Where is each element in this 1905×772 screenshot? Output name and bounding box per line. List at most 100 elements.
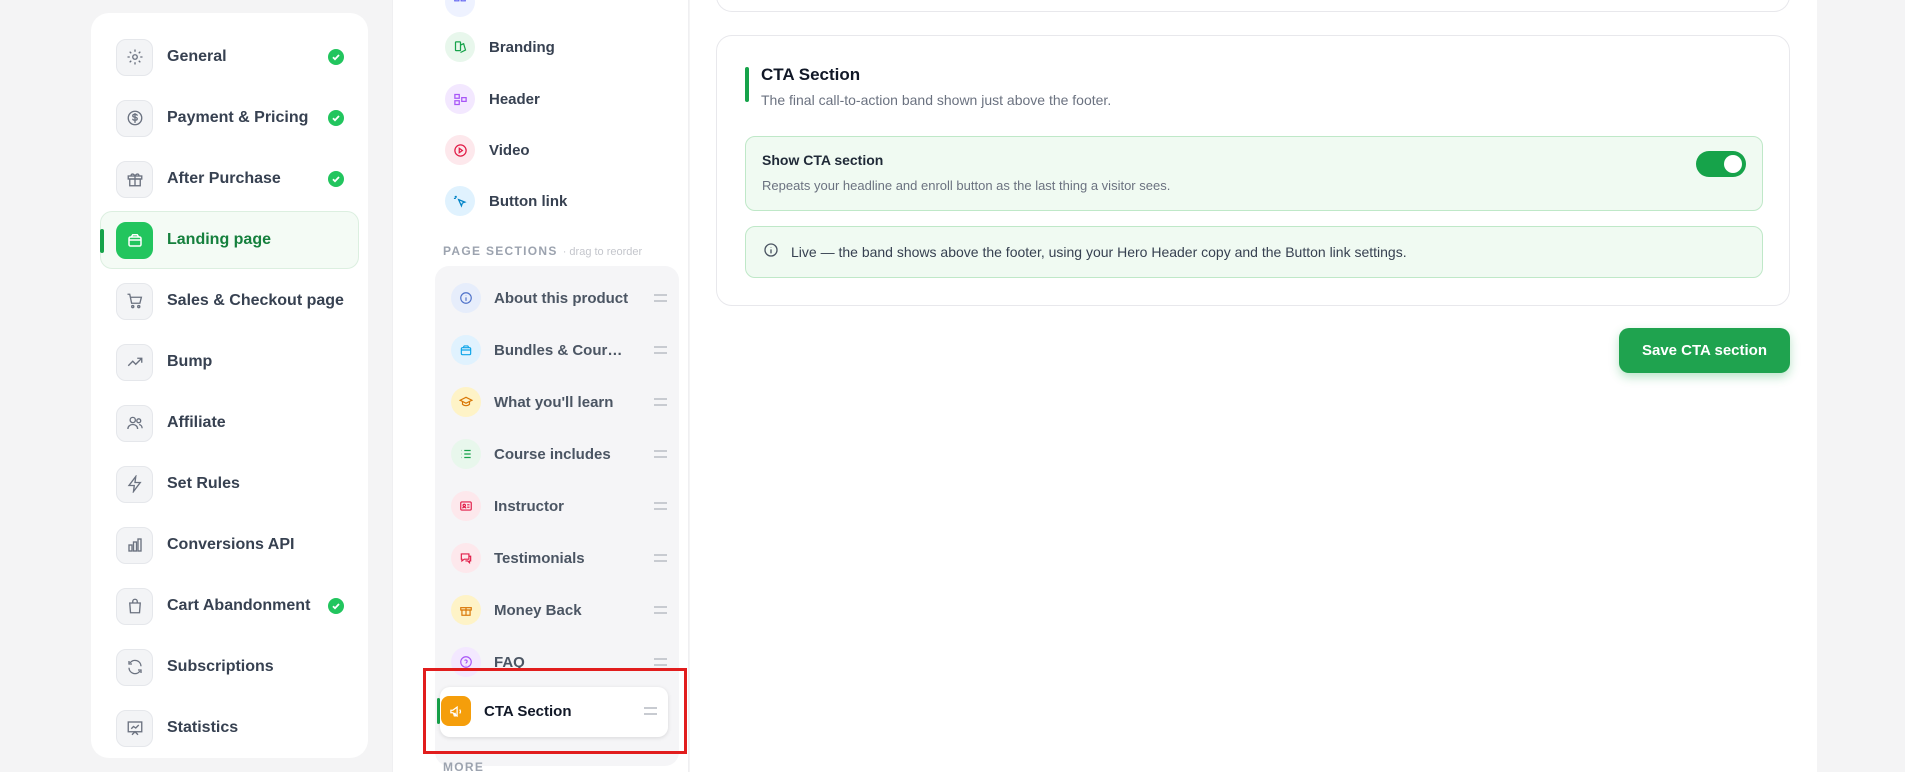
nav-item-set-rules[interactable]: Set Rules (100, 455, 359, 513)
block-label: Header (489, 90, 540, 108)
block-label: Video (489, 141, 530, 159)
nav-item-conversions-api[interactable]: Conversions API (100, 516, 359, 574)
section-item-money-back[interactable]: Money Back (451, 588, 671, 632)
nav-item-label: Set Rules (167, 475, 240, 492)
gift-icon (116, 160, 153, 198)
more-heading: MORE (443, 760, 485, 772)
gear-icon (116, 38, 153, 76)
check-icon (328, 598, 344, 614)
drag-hint: · drag to reorder (562, 246, 643, 258)
drag-handle-icon[interactable] (654, 346, 667, 354)
chat-icon (451, 543, 481, 573)
toggle-description: Repeats your headline and enroll button … (762, 178, 1171, 193)
nav-item-bump[interactable]: Bump (100, 333, 359, 391)
nav-item-statistics[interactable]: Statistics (100, 699, 359, 757)
nav-item-cart-abandonment[interactable]: Cart Abandonment (100, 577, 359, 635)
info-text: Live — the band shows above the footer, … (791, 244, 1407, 260)
selection-highlight (423, 668, 687, 754)
cart-icon (116, 282, 153, 320)
nav-item-general[interactable]: General (100, 28, 359, 86)
bag-icon (116, 587, 153, 625)
nav-item-label: Conversions API (167, 536, 295, 553)
play-icon (445, 135, 475, 165)
section-label: Course includes (494, 445, 611, 463)
id-card-icon (451, 491, 481, 521)
show-cta-switch[interactable] (1696, 151, 1746, 177)
switch-knob (1724, 155, 1742, 173)
drag-handle-icon[interactable] (654, 294, 667, 302)
box-icon (451, 335, 481, 365)
users-icon (116, 404, 153, 442)
section-label: What you'll learn (494, 393, 614, 411)
settings-nav: General Payment & Pricing After Purchase… (91, 13, 368, 758)
section-label: Money Back (494, 601, 582, 619)
nav-item-label: Subscriptions (167, 658, 274, 675)
toggle-title: Show CTA section (762, 152, 884, 168)
section-item-what-youll-learn[interactable]: What you'll learn (451, 380, 671, 424)
nav-item-label: Payment & Pricing (167, 109, 309, 126)
nav-item-subscriptions[interactable]: Subscriptions (100, 638, 359, 696)
bolt-icon (116, 465, 153, 503)
save-cta-section-button[interactable]: Save CTA section (1619, 328, 1790, 373)
previous-card (716, 0, 1790, 12)
nav-item-label: Bump (167, 353, 213, 370)
nav-item-label: Affiliate (167, 414, 226, 431)
section-heading-text: PAGE SECTIONS (443, 244, 558, 258)
info-icon (451, 283, 481, 313)
graduation-cap-icon (451, 387, 481, 417)
block-item-button-link[interactable]: Button link (445, 181, 675, 221)
check-icon (328, 110, 344, 126)
drag-handle-icon[interactable] (654, 658, 667, 666)
block-item-header[interactable]: Header (445, 79, 675, 119)
presentation-chart-icon (116, 709, 153, 747)
section-item-bundles[interactable]: Bundles & Courses (451, 328, 671, 372)
nav-item-label: Cart Abandonment (167, 597, 311, 614)
show-cta-toggle-row: Show CTA section Repeats your headline a… (745, 136, 1763, 211)
pointer-icon (445, 186, 475, 216)
page-sections-heading: PAGE SECTIONS · drag to reorder (443, 244, 642, 258)
block-label: Button link (489, 192, 568, 210)
block-label: Branding (489, 38, 555, 56)
card-title: CTA Section (761, 65, 861, 84)
editor-panel: CTA Section The final call-to-action ban… (690, 0, 1817, 772)
layout-icon (445, 0, 475, 17)
drag-handle-icon[interactable] (654, 606, 667, 614)
section-item-course-includes[interactable]: Course includes (451, 432, 671, 476)
nav-item-landing-page[interactable]: Landing page (100, 211, 359, 269)
nav-item-payment-pricing[interactable]: Payment & Pricing (100, 89, 359, 147)
block-item-branding[interactable]: Branding (445, 27, 675, 67)
section-item-testimonials[interactable]: Testimonials (451, 536, 671, 580)
refresh-icon (116, 648, 153, 686)
block-item-video[interactable]: Video (445, 130, 675, 170)
drag-handle-icon[interactable] (654, 502, 667, 510)
nav-item-sales-checkout[interactable]: Sales & Checkout page (100, 272, 359, 330)
nav-item-label: Statistics (167, 719, 239, 736)
gift-icon (451, 595, 481, 625)
block-item-partial[interactable] (445, 0, 675, 22)
builder-column: Branding Header Video Button link PAGE S… (392, 0, 689, 772)
live-info-banner: Live — the band shows above the footer, … (745, 226, 1763, 278)
section-label: Testimonials (494, 549, 585, 567)
nav-item-label: Landing page (167, 231, 271, 248)
section-label: Bundles & Courses (494, 341, 629, 359)
nav-item-label: General (167, 48, 227, 65)
bar-chart-icon (116, 526, 153, 564)
check-icon (328, 171, 344, 187)
card-subtitle: The final call-to-action band shown just… (761, 92, 1112, 108)
section-item-instructor[interactable]: Instructor (451, 484, 671, 528)
nav-item-affiliate[interactable]: Affiliate (100, 394, 359, 452)
drag-handle-icon[interactable] (654, 398, 667, 406)
nav-item-after-purchase[interactable]: After Purchase (100, 150, 359, 208)
layout-icon (445, 84, 475, 114)
check-icon (328, 49, 344, 65)
card-accent-bar (745, 67, 749, 102)
drag-handle-icon[interactable] (654, 554, 667, 562)
nav-item-label: Sales & Checkout page (167, 292, 344, 309)
browser-icon (116, 221, 153, 259)
dollar-icon (116, 99, 153, 137)
section-label: Instructor (494, 497, 565, 515)
palette-icon (445, 32, 475, 62)
drag-handle-icon[interactable] (654, 450, 667, 458)
section-item-about[interactable]: About this product (451, 276, 671, 320)
trend-up-icon (116, 343, 153, 381)
